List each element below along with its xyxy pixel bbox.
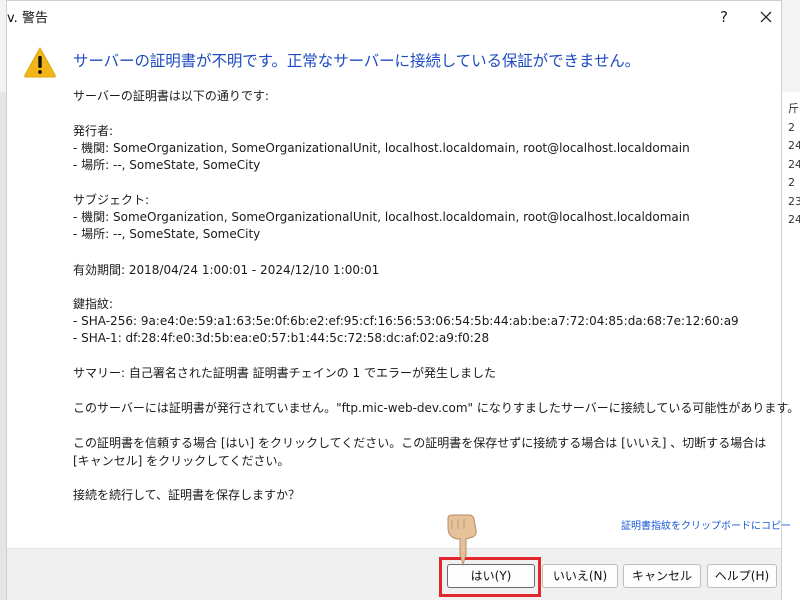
intro-text: サーバーの証明書は以下の通りです:: [73, 89, 269, 103]
warning-icon: [23, 46, 57, 78]
subject-location: - 場所: --, SomeState, SomeCity: [73, 227, 261, 241]
issuer-organization: - 機関: SomeOrganization, SomeOrganization…: [73, 141, 690, 155]
subject-heading: サブジェクト:: [73, 193, 150, 207]
dialog-titlebar: v. 警告 ?: [7, 1, 781, 33]
fingerprint-heading: 鍵指紋:: [73, 297, 114, 311]
impersonation-warning: このサーバーには証明書が発行されていません。"ftp.mic-web-dev.c…: [73, 401, 800, 415]
validity-period: 有効期間: 2018/04/24 1:00:01 - 2024/12/10 1:…: [73, 263, 380, 277]
help-icon[interactable]: ?: [710, 3, 738, 31]
issuer-heading: 発行者:: [73, 124, 114, 138]
help-button[interactable]: ヘルプ(H): [707, 564, 777, 588]
copy-fingerprint-link[interactable]: 証明書指紋をクリップボードにコピー: [621, 517, 791, 532]
save-question: 接続を続行して、証明書を保存しますか？: [73, 488, 301, 502]
no-button[interactable]: いいえ(N): [542, 564, 618, 588]
dialog-footer: はい(Y) いいえ(N) キャンセル ヘルプ(H): [7, 548, 781, 600]
summary-text: サマリー: 自己署名された証明書 証明書チェインの 1 でエラーが発生しました: [73, 366, 496, 380]
subject-organization: - 機関: SomeOrganization, SomeOrganization…: [73, 210, 690, 224]
issuer-location: - 場所: --, SomeState, SomeCity: [73, 158, 261, 172]
instruction-text: この証明書を信頼する場合 [はい] をクリックしてください。この証明書を保存せず…: [73, 436, 767, 468]
fingerprint-sha1: - SHA-1: df:28:4f:e0:3d:5b:ea:e0:57:b1:4…: [73, 331, 490, 345]
fingerprint-sha256: - SHA-256: 9a:e4:0e:59:a1:63:5e:0f:6b:e2…: [73, 314, 739, 328]
cancel-button[interactable]: キャンセル: [623, 564, 701, 588]
dialog-headline: サーバーの証明書が不明です。正常なサーバーに接続している保証ができません。: [73, 52, 641, 70]
dialog-title: v. 警告: [7, 11, 48, 26]
pointing-hand-icon: [442, 514, 480, 567]
yes-button[interactable]: はい(Y): [447, 564, 535, 588]
close-icon[interactable]: [752, 3, 780, 31]
background-right-text: 斤 2 24 24 2 23 24: [788, 102, 800, 226]
certificate-warning-dialog: v. 警告 ? サーバーの証明書が不明です。正常なサーバーに接続している保証がで…: [6, 0, 799, 600]
